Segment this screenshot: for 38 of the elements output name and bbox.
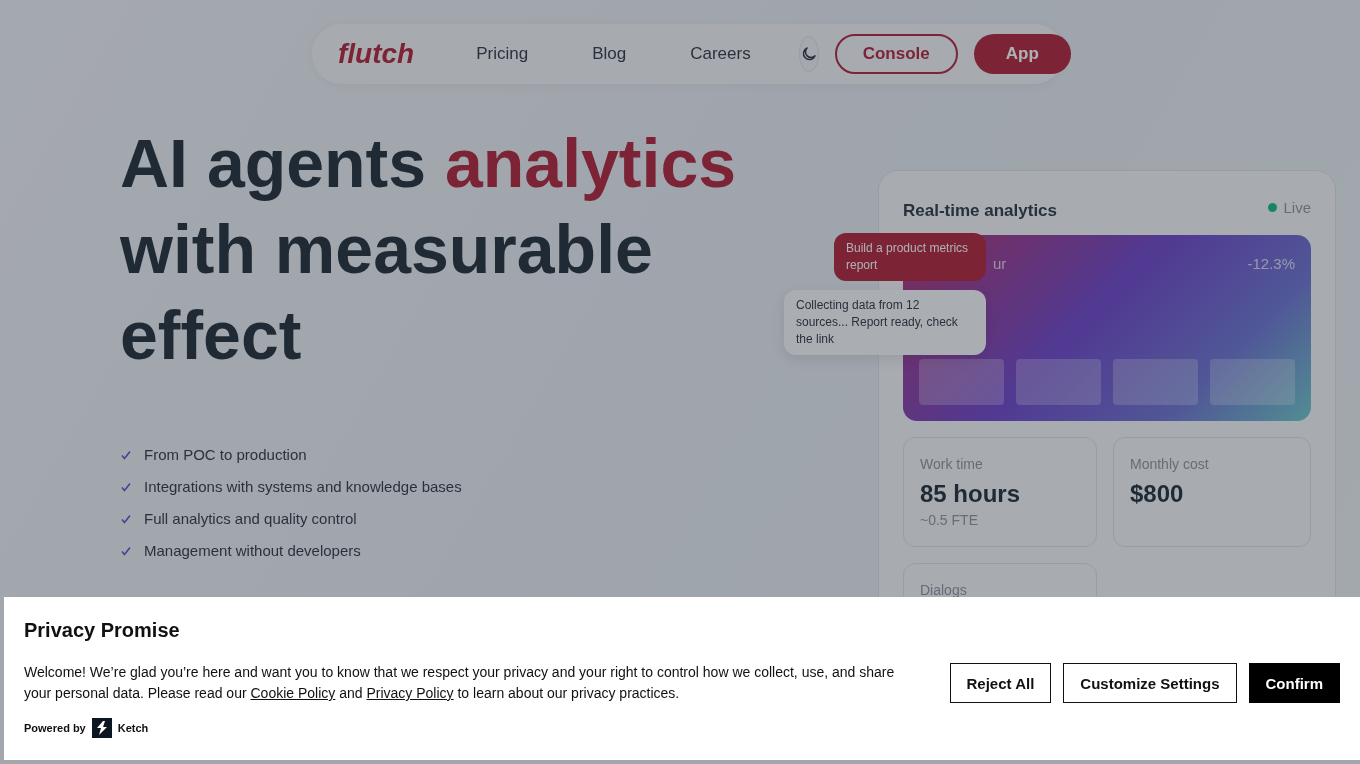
consent-button[interactable]: Reject All xyxy=(949,663,1052,703)
chat-bubble: Build a product metrics report xyxy=(834,233,986,281)
chat-bubble: Collecting data from 12 sources... Report ready, check the link xyxy=(784,290,986,355)
panel-label: ur xyxy=(993,255,1007,272)
change-value: -12.3% xyxy=(1247,255,1295,272)
feature-text: Integrations with systems and knowledge bases xyxy=(144,478,462,495)
privacy-policy-link[interactable]: Privacy Policy xyxy=(366,685,454,701)
cookie-policy-link[interactable]: Cookie Policy xyxy=(250,685,336,701)
check-icon xyxy=(120,448,132,461)
theme-toggle-button[interactable] xyxy=(798,36,819,72)
stat-label: Work time xyxy=(920,456,984,472)
check-icon xyxy=(120,480,132,493)
consent-button[interactable]: Confirm xyxy=(1248,663,1340,703)
card-title: Real-time analytics xyxy=(903,201,1057,221)
powered-by-text: Powered by xyxy=(24,722,86,734)
stat-label: Dialogs xyxy=(920,582,968,598)
feature-text: From POC to production xyxy=(144,446,307,463)
nav-link[interactable]: Blog xyxy=(592,44,627,64)
app-button[interactable]: App xyxy=(973,34,1071,74)
live-dot-icon xyxy=(1268,203,1278,212)
check-icon xyxy=(120,544,132,557)
nav-link[interactable]: Pricing xyxy=(476,44,529,64)
stat-value: $800 xyxy=(1130,480,1185,508)
check-icon xyxy=(120,512,132,525)
banner-text: Welcome! We’re glad you’re here and want you to know that we respect your privacy and your right to control how we collect, use, and share your personal data. Please read our Cookie Policy and Privacy Policy to learn about our privacy practices. xyxy=(24,663,896,703)
consent-button[interactable]: Customize Settings xyxy=(1063,663,1237,703)
banner-title: Privacy Promise xyxy=(24,619,181,642)
console-button[interactable]: Console xyxy=(834,34,958,74)
stat-label: Monthly cost xyxy=(1130,456,1210,472)
live-label: Live xyxy=(1283,199,1311,216)
feature-text: Full analytics and quality control xyxy=(144,510,357,527)
brand-name: Ketch xyxy=(117,722,149,734)
stat-note: ~0.5 FTE xyxy=(920,512,979,528)
nav-link[interactable]: Careers xyxy=(690,44,751,64)
feature-text: Management without developers xyxy=(144,542,361,559)
stat-value: 85 hours xyxy=(920,480,1022,508)
ketch-logo-icon xyxy=(91,718,112,738)
logo[interactable]: flutch xyxy=(338,38,415,70)
